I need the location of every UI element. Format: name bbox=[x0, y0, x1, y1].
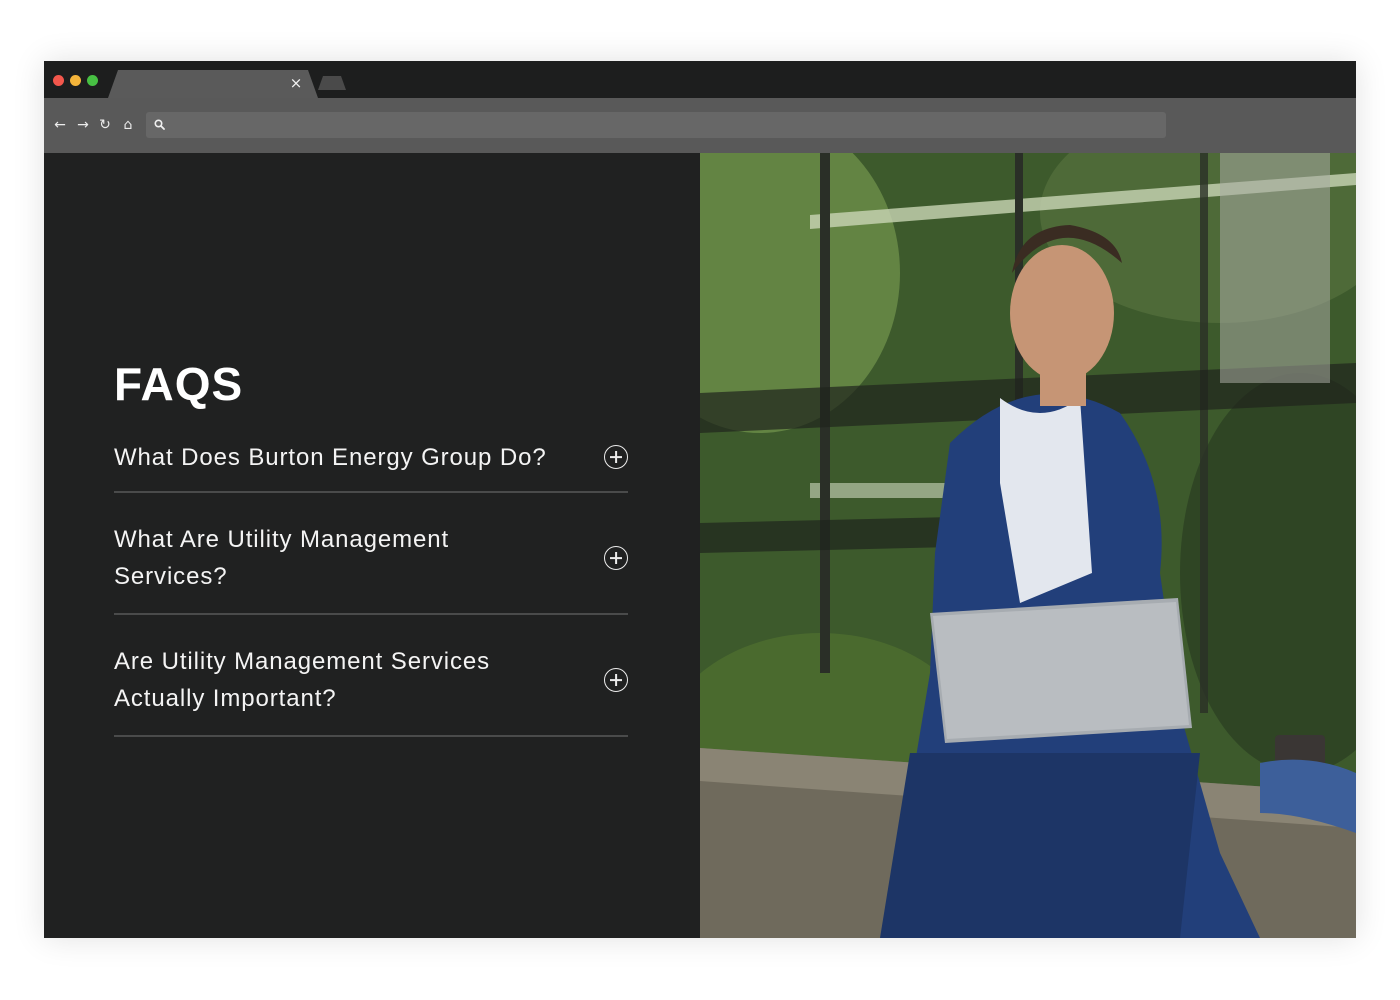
faq-list: What Does Burton Energy Group Do? What A… bbox=[114, 423, 628, 737]
browser-tab[interactable] bbox=[108, 70, 318, 98]
reload-icon[interactable]: ↻ bbox=[96, 116, 114, 134]
faq-item[interactable]: What Does Burton Energy Group Do? bbox=[114, 423, 628, 493]
faq-item[interactable]: Are Utility Management Services Actually… bbox=[114, 615, 628, 737]
minimize-window-button[interactable] bbox=[70, 75, 81, 86]
plus-circle-icon[interactable] bbox=[604, 668, 628, 692]
faq-question: What Are Utility Management Services? bbox=[114, 526, 450, 590]
maximize-window-button[interactable] bbox=[87, 75, 98, 86]
tab-close-icon[interactable]: × bbox=[288, 75, 304, 91]
search-icon bbox=[152, 117, 168, 133]
browser-window: × ← → ↻ ⌂ FAQS What Does Burton Energy G… bbox=[44, 61, 1356, 938]
browser-toolbar: ← → ↻ ⌂ bbox=[44, 98, 1356, 153]
back-icon[interactable]: ← bbox=[51, 116, 69, 134]
page-content: FAQS What Does Burton Energy Group Do? W… bbox=[44, 153, 1356, 938]
faq-question: Are Utility Management Services Actually… bbox=[114, 648, 491, 712]
new-tab-button[interactable] bbox=[318, 76, 346, 90]
plus-circle-icon[interactable] bbox=[604, 546, 628, 570]
browser-titlebar: × bbox=[44, 61, 1356, 98]
faq-heading: FAQS bbox=[114, 358, 244, 410]
forward-icon[interactable]: → bbox=[74, 116, 92, 134]
home-icon[interactable]: ⌂ bbox=[119, 116, 137, 134]
hero-photo bbox=[700, 153, 1356, 938]
address-bar[interactable] bbox=[146, 112, 1166, 138]
faq-item[interactable]: What Are Utility Management Services? bbox=[114, 493, 628, 615]
man-with-laptop-photo bbox=[700, 153, 1356, 938]
faq-question: What Does Burton Energy Group Do? bbox=[114, 443, 547, 471]
close-window-button[interactable] bbox=[53, 75, 64, 86]
plus-circle-icon[interactable] bbox=[604, 445, 628, 469]
faq-section: FAQS What Does Burton Energy Group Do? W… bbox=[44, 153, 700, 938]
